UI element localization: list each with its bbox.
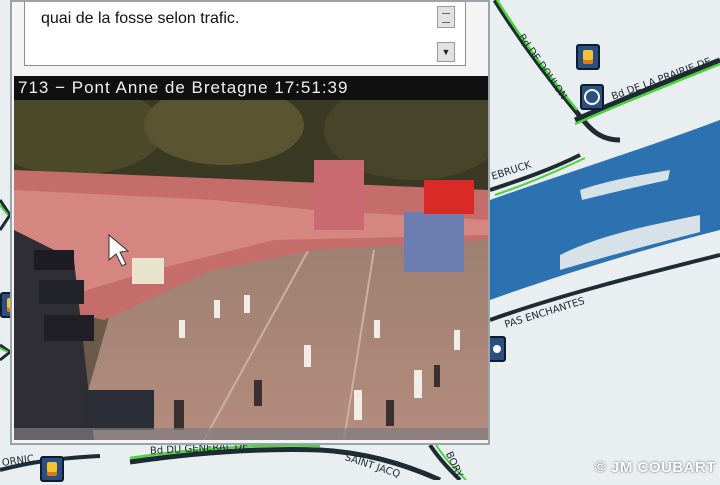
parking-glyph-icon <box>583 50 593 64</box>
camera-marker-glyph-icon <box>493 345 501 353</box>
camera-title: 713 − Pont Anne de Bretagne 17:51:39 <box>18 78 349 97</box>
message-box[interactable]: quai de la fosse selon trafic. ▼ <box>24 2 466 66</box>
parking-icon[interactable] <box>40 456 64 482</box>
parking-glyph-icon <box>47 462 57 476</box>
camera-title-bar: 713 − Pont Anne de Bretagne 17:51:39 <box>14 76 488 100</box>
camera-popup[interactable]: quai de la fosse selon trafic. ▼ 713 − P… <box>10 0 490 445</box>
scrollbar-thumb[interactable] <box>437 6 455 28</box>
parking-icon[interactable] <box>576 44 600 70</box>
photo-watermark: © JM COUBART <box>594 459 716 476</box>
camera-marker-icon[interactable] <box>488 336 506 362</box>
message-text: quai de la fosse selon trafic. <box>41 10 240 27</box>
rotation-icon[interactable] <box>580 84 604 110</box>
scroll-down-button[interactable]: ▼ <box>437 42 455 62</box>
camera-image <box>14 100 488 440</box>
camera-scene <box>14 100 488 440</box>
rotation-glyph-icon <box>584 89 600 105</box>
